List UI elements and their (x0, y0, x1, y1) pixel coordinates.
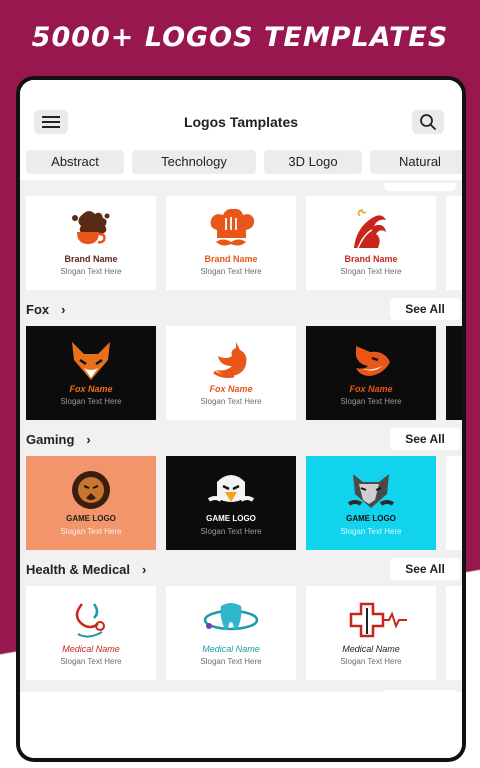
medical-cross-logo-icon (306, 598, 436, 642)
chip-technology[interactable]: Technology (132, 150, 256, 174)
logo-slogan: Slogan Text Here (60, 397, 122, 406)
app-bar: Logos Tamplates (20, 80, 462, 156)
scroll-edge (384, 183, 456, 191)
logo-card[interactable]: Brand Name Slogan Text Here (166, 196, 296, 290)
chip-3d-logo[interactable]: 3D Logo (264, 150, 362, 174)
chef-hat-logo-icon (166, 208, 296, 252)
see-all-button[interactable]: See All (390, 298, 460, 320)
logo-card[interactable]: Medical Name Slogan Text Here (166, 586, 296, 680)
logo-card[interactable]: Brand Name Slogan Text Here (26, 196, 156, 290)
logo-brand-name: GAME LOGO (66, 514, 116, 523)
tooth-atom-logo-icon (166, 598, 296, 642)
logo-brand-name: Medical Name (62, 644, 120, 654)
logo-brand-name: Fox Name (69, 384, 113, 394)
logo-card-peek[interactable] (446, 196, 462, 290)
logo-row: Brand Name Slogan Text Here Brand Name S… (26, 196, 462, 290)
logo-slogan: Slogan Text Here (60, 657, 122, 666)
logo-card[interactable]: Brand Name Slogan Text Here (306, 196, 436, 290)
section-title[interactable]: Gaming › (26, 432, 91, 447)
logo-card[interactable]: Fox Name Slogan Text Here (306, 326, 436, 420)
logo-brand-name: Fox Name (209, 384, 253, 394)
app-screen: Logos Tamplates Abstract Technology 3D L… (20, 80, 462, 758)
logo-brand-name: GAME LOGO (206, 514, 256, 523)
logo-card[interactable]: Fox Name Slogan Text Here (26, 326, 156, 420)
chevron-right-icon: › (86, 432, 91, 447)
logo-card[interactable]: GAME LOGO Slogan Text Here (306, 456, 436, 550)
section-header-fox: Fox › See All (26, 298, 460, 320)
section-title-text: Health & Medical (26, 562, 131, 577)
chip-abstract[interactable]: Abstract (26, 150, 124, 174)
section-title[interactable]: Health & Medical › (26, 562, 146, 577)
wolf-mascot-logo-icon (306, 468, 436, 512)
logo-row: Medical Name Slogan Text Here Medical Na… (26, 586, 462, 680)
lion-mascot-logo-icon (26, 468, 156, 512)
logo-slogan: Slogan Text Here (340, 397, 402, 406)
logo-slogan: Slogan Text Here (200, 527, 262, 536)
app-title: Logos Tamplates (183, 114, 299, 130)
logo-card[interactable]: Medical Name Slogan Text Here (306, 586, 436, 680)
logo-card-peek[interactable] (446, 456, 462, 550)
fox-head-logo-icon (26, 338, 156, 382)
logo-brand-name: Medical Name (342, 644, 400, 654)
eagle-mascot-logo-icon (166, 468, 296, 512)
logo-slogan: Slogan Text Here (60, 527, 122, 536)
logo-brand-name: Medical Name (202, 644, 260, 654)
logo-slogan: Slogan Text Here (60, 267, 122, 276)
logo-row: Fox Name Slogan Text Here Fox Name Sloga… (26, 326, 462, 420)
logo-feed: Brand Name Slogan Text Here Brand Name S… (20, 180, 462, 700)
logo-brand-name: Brand Name (344, 254, 398, 264)
logo-card[interactable]: GAME LOGO Slogan Text Here (26, 456, 156, 550)
logo-slogan: Slogan Text Here (340, 267, 402, 276)
logo-slogan: Slogan Text Here (200, 397, 262, 406)
logo-slogan: Slogan Text Here (340, 527, 402, 536)
logo-slogan: Slogan Text Here (200, 657, 262, 666)
bottom-panel (20, 692, 462, 758)
chip-natural[interactable]: Natural (370, 150, 462, 174)
logo-slogan: Slogan Text Here (340, 657, 402, 666)
section-header-gaming: Gaming › See All (26, 428, 460, 450)
fox-body-logo-icon (166, 338, 296, 382)
stethoscope-logo-icon (26, 598, 156, 642)
wave-logo-icon (306, 208, 436, 252)
logo-brand-name: Brand Name (64, 254, 118, 264)
logo-slogan: Slogan Text Here (200, 267, 262, 276)
promo-headline: 5000+ LOGOS TEMPLATES (31, 22, 449, 53)
section-title[interactable]: Fox › (26, 302, 65, 317)
category-chips: Abstract Technology 3D Logo Natural (20, 150, 462, 180)
fox-side-logo-icon (306, 338, 436, 382)
section-title-text: Fox (26, 302, 50, 317)
see-all-button[interactable]: See All (390, 428, 460, 450)
search-icon[interactable] (412, 110, 444, 134)
section-header-health-medical: Health & Medical › See All (26, 558, 460, 580)
section-title-text: Gaming (26, 432, 75, 447)
coffee-splash-logo-icon (26, 208, 156, 252)
logo-card[interactable]: Medical Name Slogan Text Here (26, 586, 156, 680)
logo-card-peek[interactable] (446, 586, 462, 680)
logo-card[interactable]: Fox Name Slogan Text Here (166, 326, 296, 420)
logo-card-peek[interactable] (446, 326, 462, 420)
chevron-right-icon: › (142, 562, 147, 577)
logo-brand-name: Brand Name (204, 254, 258, 264)
see-all-button[interactable]: See All (390, 558, 460, 580)
logo-brand-name: Fox Name (349, 384, 393, 394)
tablet-frame: Logos Tamplates Abstract Technology 3D L… (16, 76, 466, 762)
chevron-right-icon: › (61, 302, 66, 317)
logo-brand-name: GAME LOGO (346, 514, 396, 523)
logo-row: GAME LOGO Slogan Text Here GAME LOGO Slo… (26, 456, 462, 550)
logo-card[interactable]: GAME LOGO Slogan Text Here (166, 456, 296, 550)
